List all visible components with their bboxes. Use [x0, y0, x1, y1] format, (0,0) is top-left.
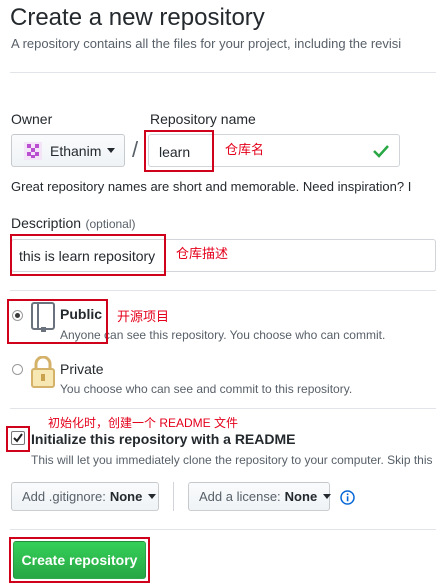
owner-select[interactable]: Ethanim: [11, 134, 125, 167]
description-label-row: Description (optional): [11, 215, 136, 233]
public-highlight: [7, 299, 108, 344]
description-highlight: [10, 234, 166, 276]
repo-name-highlight: [144, 130, 214, 172]
license-value: None: [284, 489, 318, 504]
public-description: Anyone can see this repository. You choo…: [60, 328, 386, 342]
public-annotation: 开源项目: [117, 309, 170, 324]
description-optional: (optional): [85, 217, 136, 231]
owner-label: Owner: [11, 111, 53, 127]
slash-separator: /: [132, 137, 139, 162]
vertical-divider: [173, 482, 174, 511]
info-icon[interactable]: [340, 490, 355, 505]
gitignore-value: None: [109, 489, 143, 504]
chevron-down-icon: [323, 494, 332, 499]
license-select[interactable]: Add a license: None: [188, 482, 332, 511]
description-annotation: 仓库描述: [176, 246, 229, 261]
description-label: Description: [11, 215, 82, 231]
divider-1: [10, 290, 436, 291]
readme-label[interactable]: Initialize this repository with a README: [31, 431, 295, 447]
repo-name-hint: Great repository names are short and mem…: [11, 179, 412, 194]
readme-description: This will let you immediately clone the …: [31, 453, 433, 467]
divider-3: [10, 529, 436, 530]
owner-avatar-icon: [24, 141, 42, 160]
repo-name-annotation: 仓库名: [225, 142, 265, 157]
private-title: Private: [60, 361, 104, 377]
check-icon: [373, 145, 389, 158]
chevron-down-icon: [107, 148, 116, 153]
private-description: You choose who can see and commit to thi…: [60, 382, 353, 396]
readme-annotation: 初始化时，创建一个 README 文件: [48, 416, 239, 430]
license-prefix: Add a license:: [199, 489, 281, 504]
header-divider: [10, 72, 436, 73]
page-subtitle: A repository contains all the files for …: [11, 36, 402, 51]
gitignore-prefix: Add .gitignore:: [22, 489, 106, 504]
private-radio[interactable]: [12, 364, 23, 375]
create-button-highlight: [9, 537, 150, 583]
repo-name-label: Repository name: [150, 111, 256, 127]
owner-name: Ethanim: [50, 142, 102, 159]
page-title: Create a new repository: [10, 4, 265, 31]
divider-2: [10, 408, 436, 409]
chevron-down-icon: [148, 494, 157, 499]
gitignore-select[interactable]: Add .gitignore: None: [11, 482, 159, 511]
readme-highlight: [6, 426, 30, 452]
lock-icon: [31, 356, 55, 388]
